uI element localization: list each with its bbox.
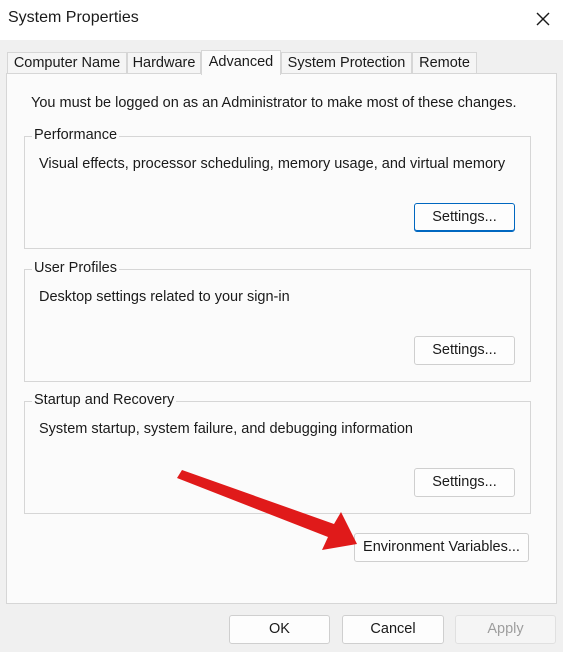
user-profiles-title: User Profiles — [32, 260, 119, 276]
tab-hardware[interactable]: Hardware — [127, 52, 201, 73]
title-bar: System Properties — [0, 0, 563, 40]
window-title: System Properties — [8, 9, 139, 26]
user-profiles-description: Desktop settings related to your sign-in — [39, 289, 290, 305]
close-button[interactable] — [523, 0, 563, 38]
tab-computer-name[interactable]: Computer Name — [7, 52, 127, 73]
cancel-button[interactable]: Cancel — [342, 615, 444, 644]
tab-remote[interactable]: Remote — [412, 52, 477, 73]
performance-title: Performance — [32, 127, 120, 143]
startup-recovery-settings-button[interactable]: Settings... — [414, 468, 515, 497]
startup-recovery-title: Startup and Recovery — [32, 392, 177, 408]
tab-system-protection[interactable]: System Protection — [281, 52, 412, 73]
user-profiles-group: User Profiles Desktop settings related t… — [24, 260, 531, 382]
performance-settings-button[interactable]: Settings... — [414, 203, 515, 232]
startup-recovery-description: System startup, system failure, and debu… — [39, 421, 413, 437]
tab-advanced[interactable]: Advanced — [201, 50, 281, 75]
performance-description: Visual effects, processor scheduling, me… — [39, 156, 506, 172]
startup-recovery-group: Startup and Recovery System startup, sys… — [24, 392, 531, 514]
admin-note: You must be logged on as an Administrato… — [31, 95, 517, 111]
system-properties-window: System Properties Computer Name Hardware… — [0, 0, 563, 652]
environment-variables-button[interactable]: Environment Variables... — [354, 533, 529, 562]
performance-group: Performance Visual effects, processor sc… — [24, 127, 531, 249]
user-profiles-settings-button[interactable]: Settings... — [414, 336, 515, 365]
close-icon — [536, 12, 550, 26]
ok-button[interactable]: OK — [229, 615, 330, 644]
apply-button[interactable]: Apply — [455, 615, 556, 644]
